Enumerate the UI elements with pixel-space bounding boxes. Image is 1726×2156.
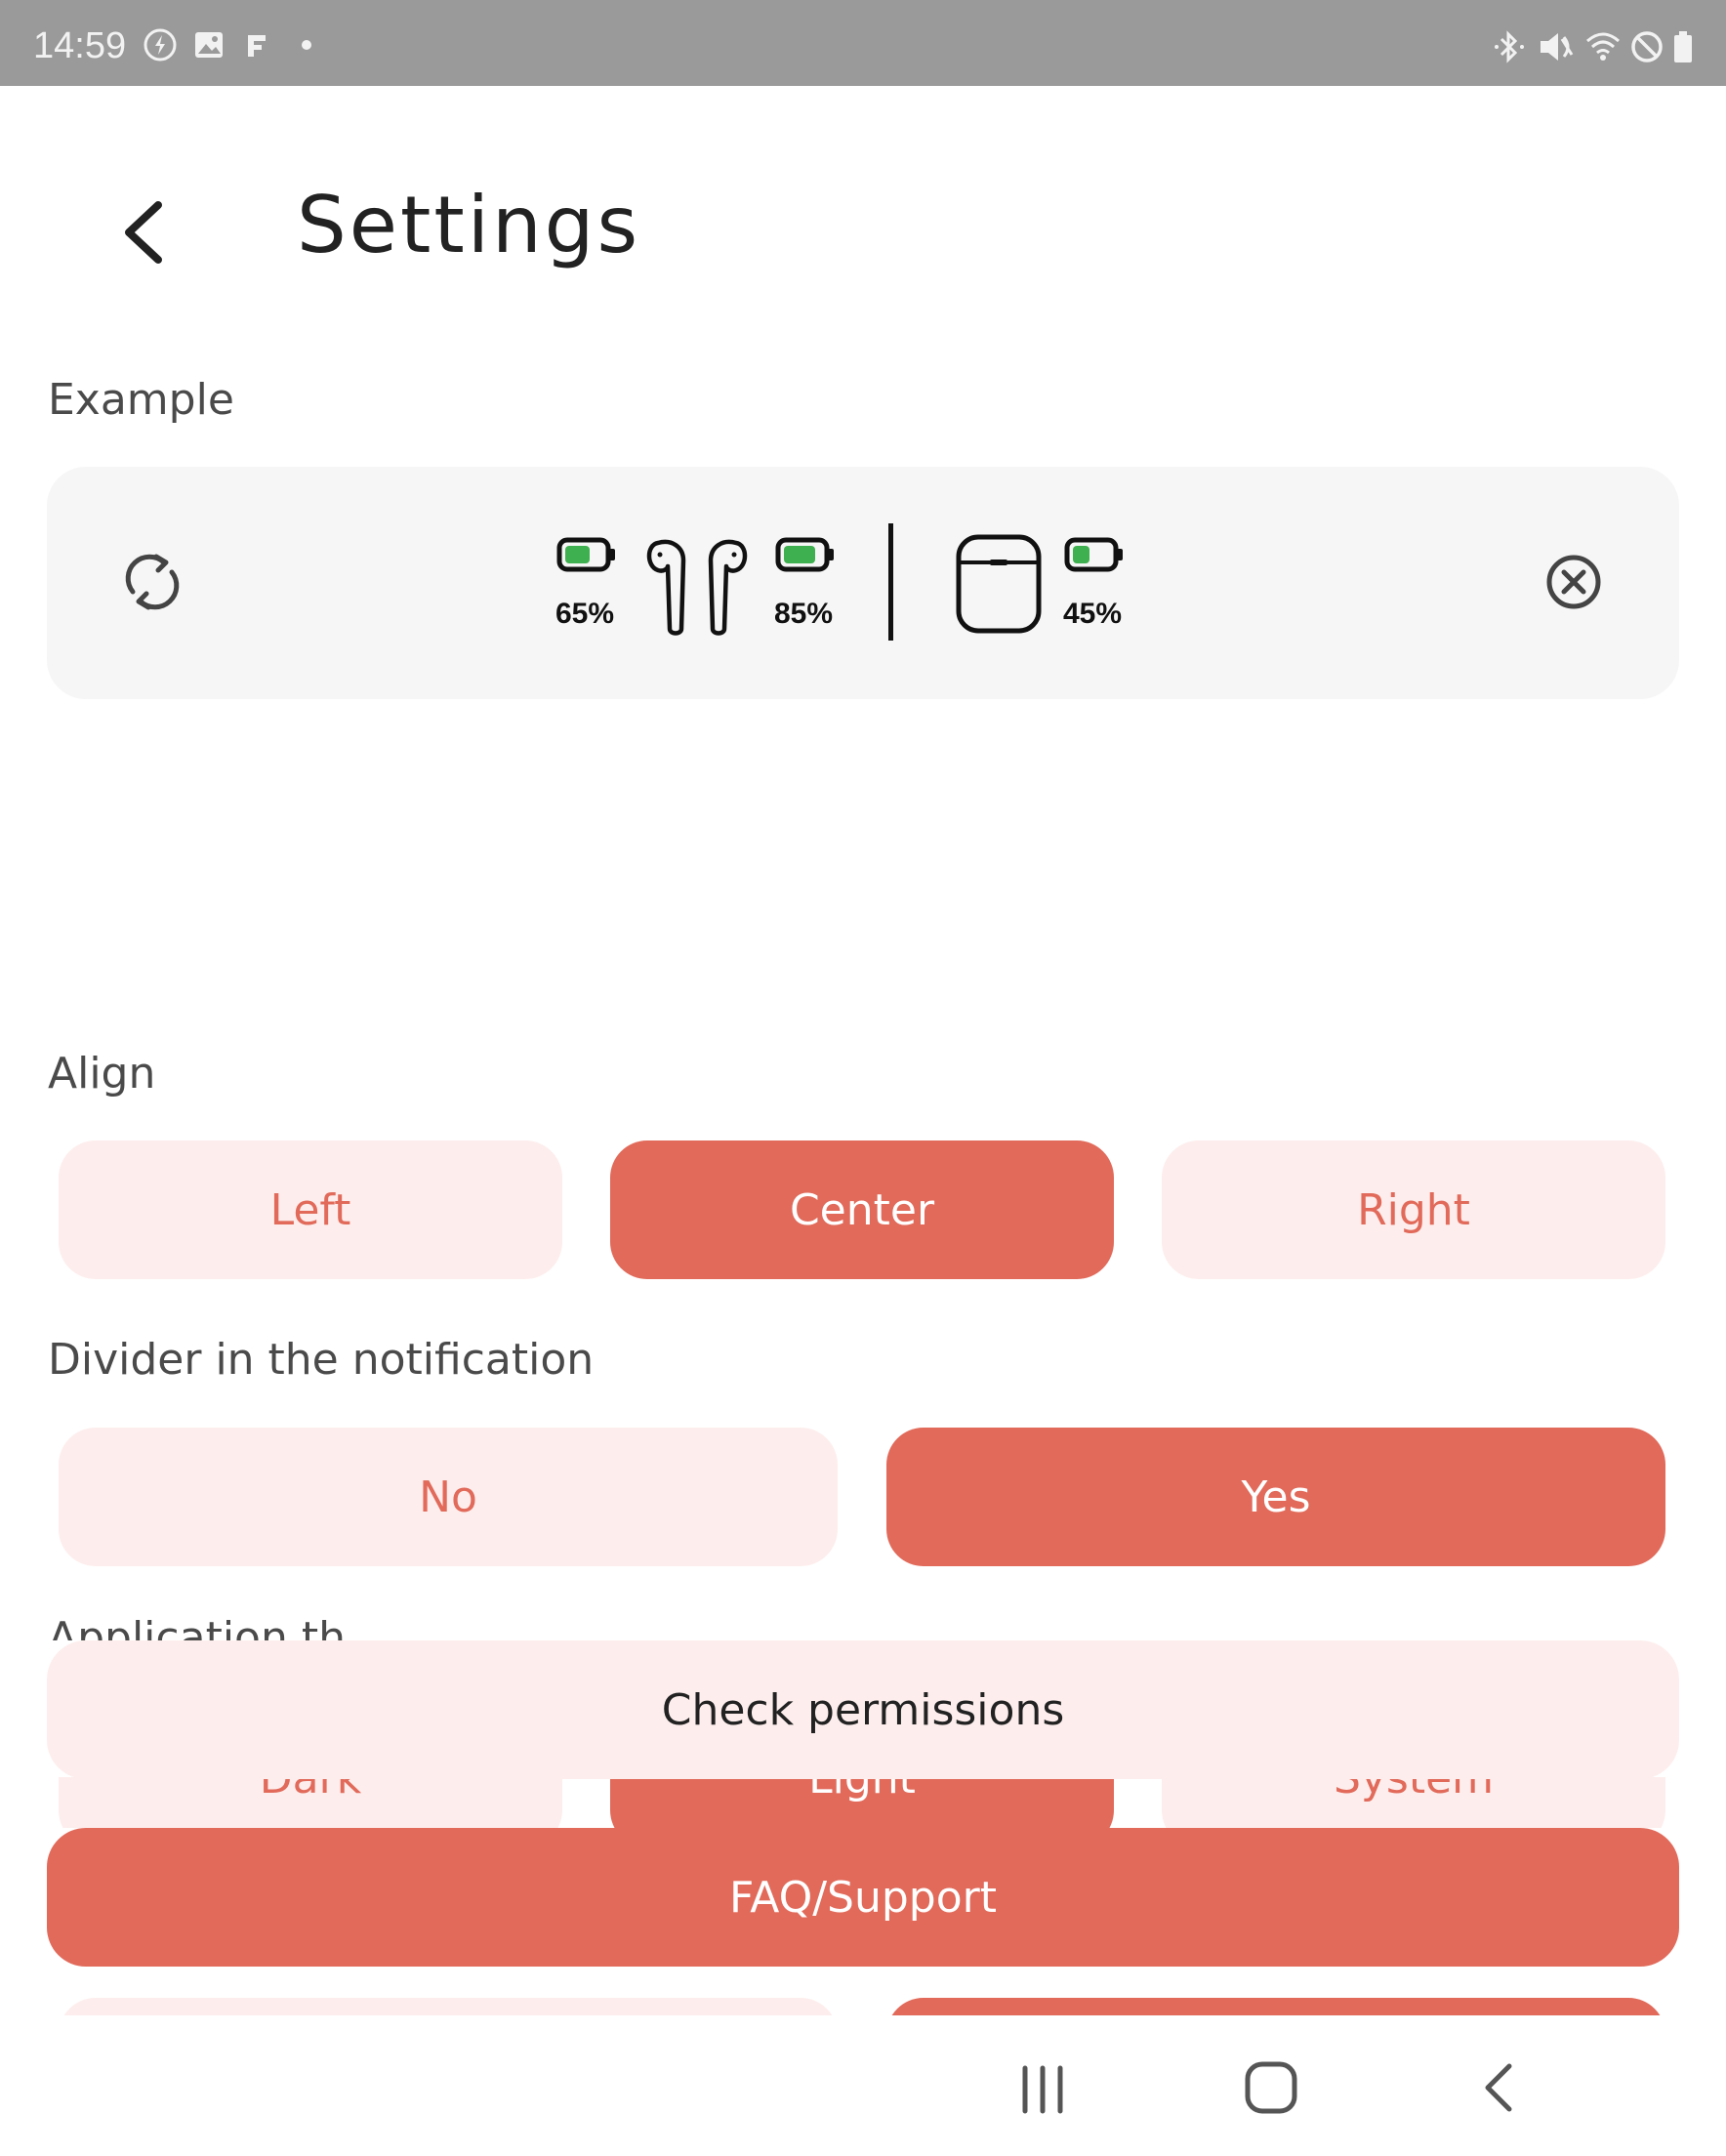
home-icon[interactable] (1242, 2058, 1300, 2117)
dnd-icon (1631, 31, 1663, 62)
page-title: Settings (297, 180, 641, 270)
chevron-left-icon (125, 201, 162, 264)
case-battery-icon (1064, 537, 1123, 572)
navigation-bar (0, 2015, 1726, 2156)
theme-label-clip: Application th (39, 1611, 527, 1640)
next-row-right-button[interactable] (886, 1998, 1665, 2015)
case-icon (956, 534, 1042, 634)
next-row-clip (0, 1998, 1726, 2015)
divider-yes-button[interactable]: Yes (886, 1428, 1665, 1566)
theme-light-button[interactable]: Light (610, 1777, 1114, 1828)
align-left-button[interactable]: Left (59, 1140, 562, 1279)
notification-divider (888, 523, 893, 641)
divider-no-button[interactable]: No (59, 1428, 838, 1566)
check-permissions-button[interactable]: Check permissions (47, 1640, 1679, 1779)
wifi-icon (1586, 32, 1620, 61)
example-notification-card: 65% 85% 45% (47, 467, 1679, 699)
theme-dark-button[interactable]: Dark (59, 1777, 562, 1828)
earbuds-icon (646, 539, 748, 636)
right-earbud-percent: 85% (774, 598, 834, 630)
case-percent: 45% (1063, 598, 1123, 630)
recents-icon[interactable] (1015, 2062, 1070, 2117)
dot-icon (302, 40, 311, 50)
align-right-button[interactable]: Right (1162, 1140, 1665, 1279)
back-icon[interactable] (1472, 2058, 1527, 2117)
bluetooth-icon (1495, 30, 1524, 63)
theme-options-clip: Dark Light System (0, 1777, 1726, 1828)
align-center-button[interactable]: Center (610, 1140, 1114, 1279)
example-label: Example (48, 375, 234, 425)
status-bar: 14:59 (0, 0, 1726, 86)
faq-support-button[interactable]: FAQ/Support (47, 1828, 1679, 1967)
left-earbud-percent: 65% (555, 598, 615, 630)
battery-icon (1674, 31, 1692, 62)
mute-icon (1541, 33, 1574, 61)
gallery-icon (195, 32, 223, 58)
right-battery-icon (775, 537, 834, 572)
back-button[interactable] (109, 186, 180, 279)
divider-label: Divider in the notification (48, 1335, 595, 1385)
refresh-icon[interactable] (119, 549, 185, 615)
left-battery-icon (556, 537, 615, 572)
flipboard-icon (248, 35, 266, 57)
align-label: Align (48, 1049, 156, 1099)
close-circle-icon[interactable] (1544, 553, 1603, 611)
theme-label: Application th (48, 1613, 346, 1640)
theme-system-button[interactable]: System (1162, 1777, 1665, 1828)
next-row-left-button[interactable] (59, 1998, 838, 2015)
status-time: 14:59 (33, 25, 127, 66)
data-saver-icon (144, 28, 177, 62)
